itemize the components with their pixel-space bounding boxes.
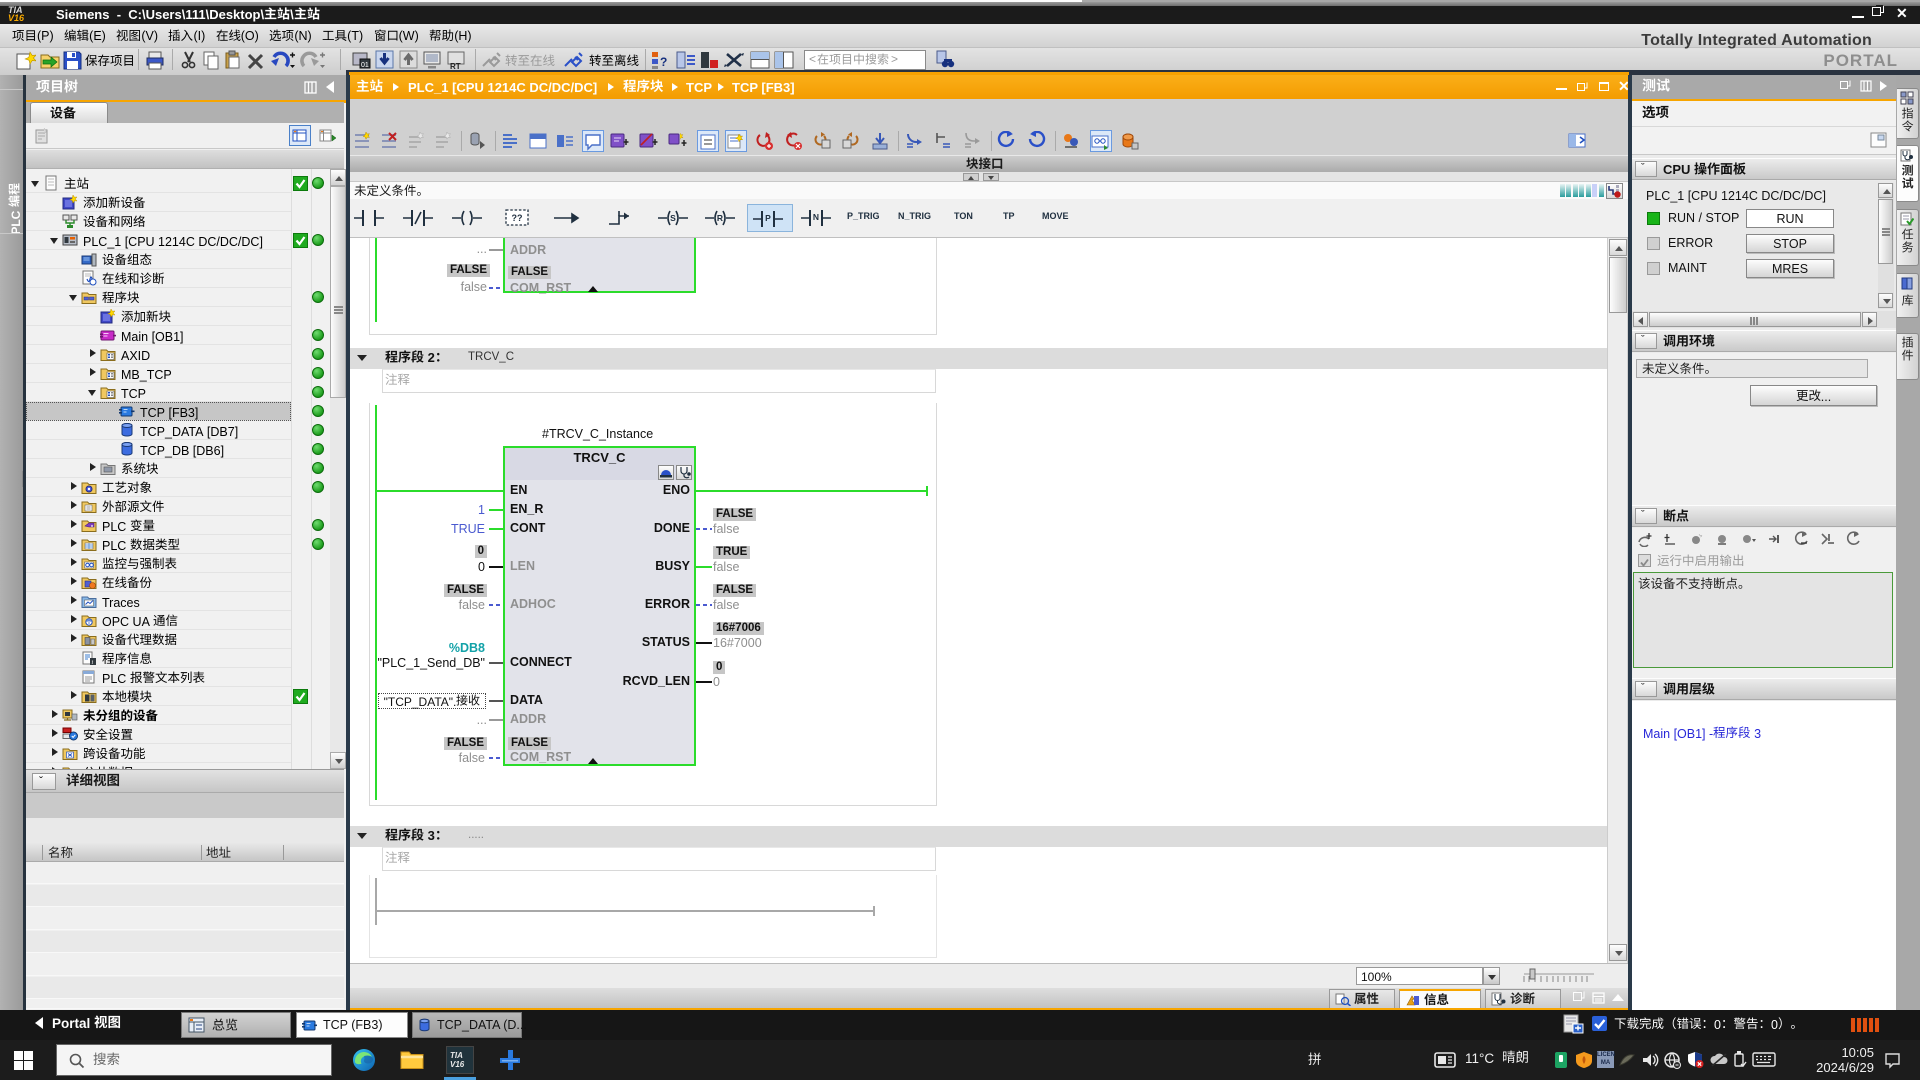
- svg-text:??: ??: [512, 213, 523, 223]
- svg-text:P: P: [765, 213, 771, 223]
- svg-text:N: N: [813, 212, 819, 222]
- svg-text:R: R: [717, 213, 723, 223]
- svg-text:01: 01: [361, 62, 369, 69]
- svg-text:S: S: [670, 213, 676, 223]
- svg-text:RT: RT: [450, 62, 461, 70]
- svg-text:?: ?: [660, 55, 667, 69]
